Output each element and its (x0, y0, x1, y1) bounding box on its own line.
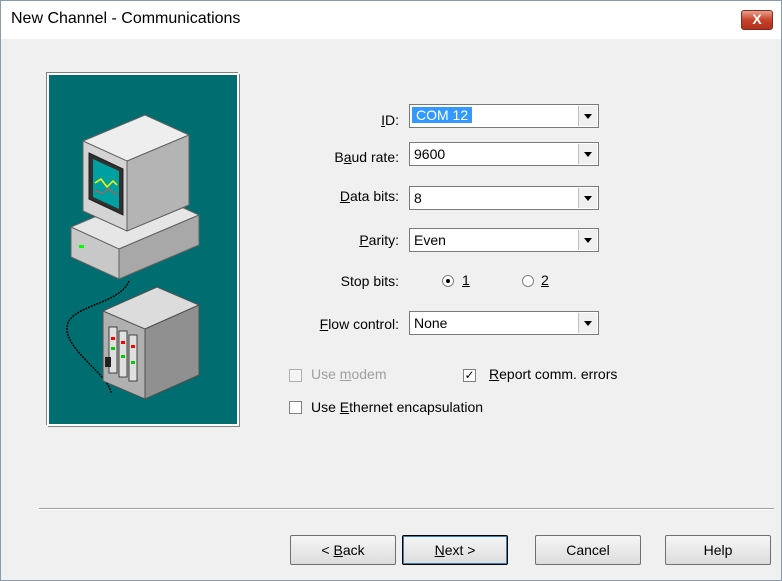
back-button[interactable]: < Back (290, 535, 396, 565)
chevron-down-icon[interactable] (578, 230, 597, 250)
computer-plc-illustration (66, 114, 201, 400)
button-separator (39, 508, 774, 510)
chevron-down-icon[interactable] (578, 313, 597, 333)
parity-value: Even (414, 232, 446, 248)
baud-rate-select[interactable]: 9600 (409, 142, 599, 166)
close-button[interactable]: X (741, 10, 773, 30)
stop-bits-label: Stop bits: (340, 273, 399, 289)
stop-bits-1-radio[interactable] (442, 275, 454, 287)
dialog-client: ID: Baud rate: Data bits: Parity: Stop b… (1, 39, 781, 580)
parity-label: Parity: (359, 232, 399, 248)
window-title: New Channel - Communications (11, 10, 241, 27)
chevron-down-icon[interactable] (578, 144, 597, 164)
id-value: COM 12 (412, 107, 473, 123)
chevron-down-icon[interactable] (578, 106, 597, 126)
computer-monitor-icon (69, 114, 201, 280)
use-ethernet-checkbox[interactable] (289, 401, 302, 414)
help-button[interactable]: Help (665, 535, 771, 565)
illustration-panel (47, 73, 239, 426)
flow-control-select[interactable]: None (409, 311, 599, 335)
use-modem-label: Use modem (311, 366, 387, 382)
data-bits-select[interactable]: 8 (409, 186, 599, 210)
id-select[interactable]: COM 12 (409, 104, 599, 128)
baud-rate-label: Baud rate: (334, 149, 399, 165)
stop-bits-2-label[interactable]: 2 (541, 272, 549, 288)
next-button[interactable]: Next > (402, 535, 508, 565)
use-modem-checkbox[interactable] (289, 369, 302, 382)
parity-select[interactable]: Even (409, 228, 599, 252)
data-bits-value: 8 (414, 190, 422, 206)
plc-rack-icon (101, 286, 201, 400)
flow-control-label: Flow control: (319, 316, 399, 332)
use-ethernet-label: Use Ethernet encapsulation (311, 399, 484, 415)
report-comm-errors-label: Report comm. errors (489, 366, 618, 382)
dialog-window: New Channel - Communications X ID: Baud … (0, 0, 782, 581)
flow-control-value: None (414, 315, 448, 331)
stop-bits-2-radio[interactable] (522, 275, 534, 287)
id-label: ID: (381, 112, 399, 128)
report-comm-errors-checkbox[interactable]: ✓ (463, 369, 476, 382)
stop-bits-1-label[interactable]: 1 (462, 272, 470, 288)
cancel-button[interactable]: Cancel (535, 535, 641, 565)
data-bits-label: Data bits: (339, 188, 399, 204)
chevron-down-icon[interactable] (578, 188, 597, 208)
baud-rate-value: 9600 (414, 146, 446, 162)
title-bar: New Channel - Communications X (1, 1, 781, 39)
